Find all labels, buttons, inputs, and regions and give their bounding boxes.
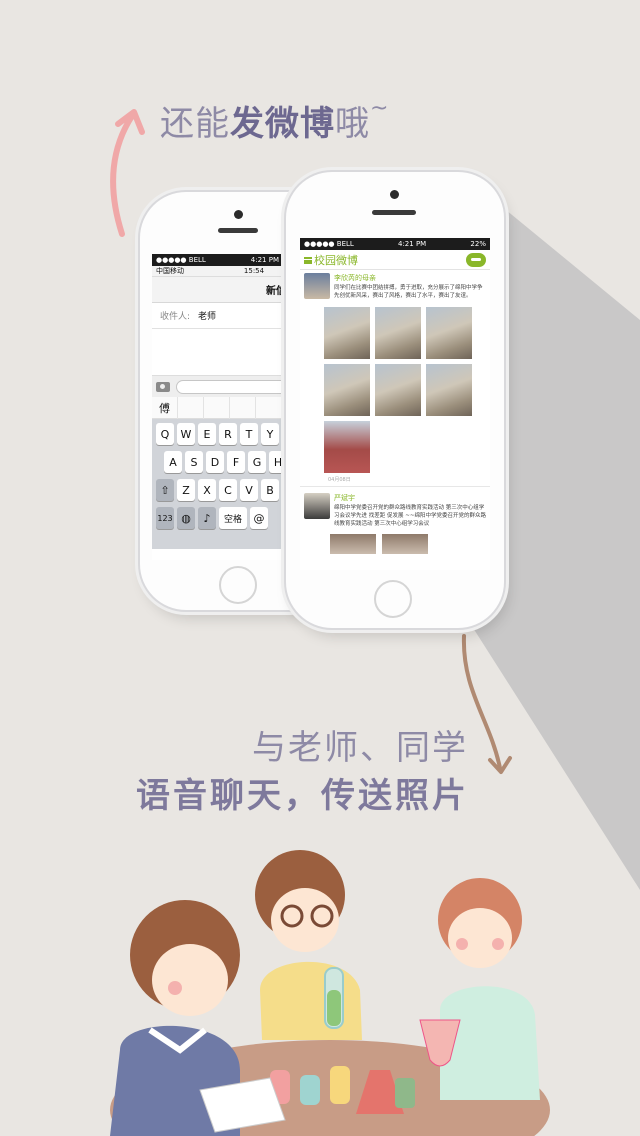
post-author[interactable]: 李欣芮的母亲 [334, 273, 486, 283]
photo-grid [324, 307, 490, 474]
carrier-label: ●●●●● BELL [304, 240, 354, 248]
key-a[interactable]: A [164, 451, 182, 473]
avatar[interactable] [304, 493, 330, 520]
time-label: 4:21 PM [250, 256, 279, 264]
key-x[interactable]: X [198, 479, 216, 501]
time-label: 4:21 PM [398, 240, 427, 248]
post-date: 04月08日 [328, 477, 351, 484]
earpiece [372, 210, 416, 215]
headline-chat-line2: 语音聊天，传送照片 [136, 776, 469, 816]
menu-icon[interactable] [304, 257, 312, 264]
students-illustration [110, 850, 550, 1136]
headline-chat-line1: 与老师、同学 [252, 728, 468, 768]
weibo-screen: ●●●●● BELL 4:21 PM 22% 校园微博 李欣芮的母亲 同学们在比… [300, 238, 490, 570]
inner-time-label: 15:54 [243, 267, 265, 275]
inner-carrier-label: 中国移动 [156, 267, 184, 275]
key-e[interactable]: E [198, 423, 216, 445]
globe-icon[interactable]: ◍ [177, 507, 195, 529]
carrier-label: ●●●●● BELL [156, 256, 206, 264]
photo-row [330, 534, 490, 555]
earpiece [218, 228, 258, 233]
avatar[interactable] [304, 273, 330, 299]
post-text: 同学们在比赛中团结拼搏，勇于进取，充分展示了绵阳中学争先创优新风采，赛出了风格，… [334, 285, 483, 299]
recipient-value: 老师 [198, 312, 217, 322]
numbers-key[interactable]: 123 [156, 507, 174, 529]
home-button[interactable] [219, 566, 257, 604]
key-s[interactable]: S [185, 451, 203, 473]
key-h[interactable]: H [269, 451, 287, 473]
front-camera [390, 190, 399, 199]
key-v[interactable]: V [240, 479, 258, 501]
key-d[interactable]: D [206, 451, 224, 473]
key-g[interactable]: G [248, 451, 266, 473]
post-photo[interactable] [375, 307, 421, 360]
post-photo[interactable] [382, 534, 428, 555]
post-photo[interactable] [426, 307, 472, 360]
at-key[interactable]: @ [250, 507, 268, 529]
home-button[interactable] [374, 580, 412, 618]
key-f[interactable]: F [227, 451, 245, 473]
post-photo[interactable] [324, 307, 370, 360]
post-photo[interactable] [426, 364, 472, 417]
key-y[interactable]: Y [261, 423, 279, 445]
recipient-label: 收件人: [160, 312, 191, 322]
key-c[interactable]: C [219, 479, 237, 501]
chat-icon[interactable] [466, 252, 486, 267]
post-text: 绵阳中学党委召开党的群众路线教育实践活动 第三次中心组学习会议学先进 找差距 促… [334, 505, 486, 527]
battery-label: 22% [470, 240, 486, 248]
post-photo[interactable] [324, 364, 370, 417]
shift-key[interactable]: ⇧ [156, 479, 174, 501]
microphone-icon[interactable]: ♪ [198, 507, 216, 529]
app-header: 校园微博 [300, 250, 490, 270]
key-w[interactable]: W [177, 423, 195, 445]
post-photo[interactable] [375, 364, 421, 417]
key-b[interactable]: B [261, 479, 279, 501]
key-r[interactable]: R [219, 423, 237, 445]
app-title: 校园微博 [304, 252, 358, 268]
post-author[interactable]: 严斌宇 [334, 493, 486, 503]
post-item[interactable]: 严斌宇 绵阳中学党委召开党的群众路线教育实践活动 第三次中心组学习会议学先进 找… [300, 490, 490, 531]
key-q[interactable]: Q [156, 423, 174, 445]
key-z[interactable]: Z [177, 479, 195, 501]
post-photo[interactable] [324, 421, 370, 474]
front-camera [234, 210, 243, 219]
space-key[interactable]: 空格 [219, 507, 247, 529]
camera-icon[interactable] [156, 381, 170, 392]
weibo-phone: ●●●●● BELL 4:21 PM 22% 校园微博 李欣芮的母亲 同学们在比… [286, 172, 504, 628]
status-bar: ●●●●● BELL 4:21 PM 22% [300, 238, 490, 250]
post-item[interactable]: 李欣芮的母亲 同学们在比赛中团结拼搏，勇于进取，充分展示了绵阳中学争先创优新风采… [300, 270, 490, 303]
key-t[interactable]: T [240, 423, 258, 445]
post-photo[interactable] [330, 534, 376, 555]
candidate-word[interactable]: 傅 [152, 396, 178, 419]
